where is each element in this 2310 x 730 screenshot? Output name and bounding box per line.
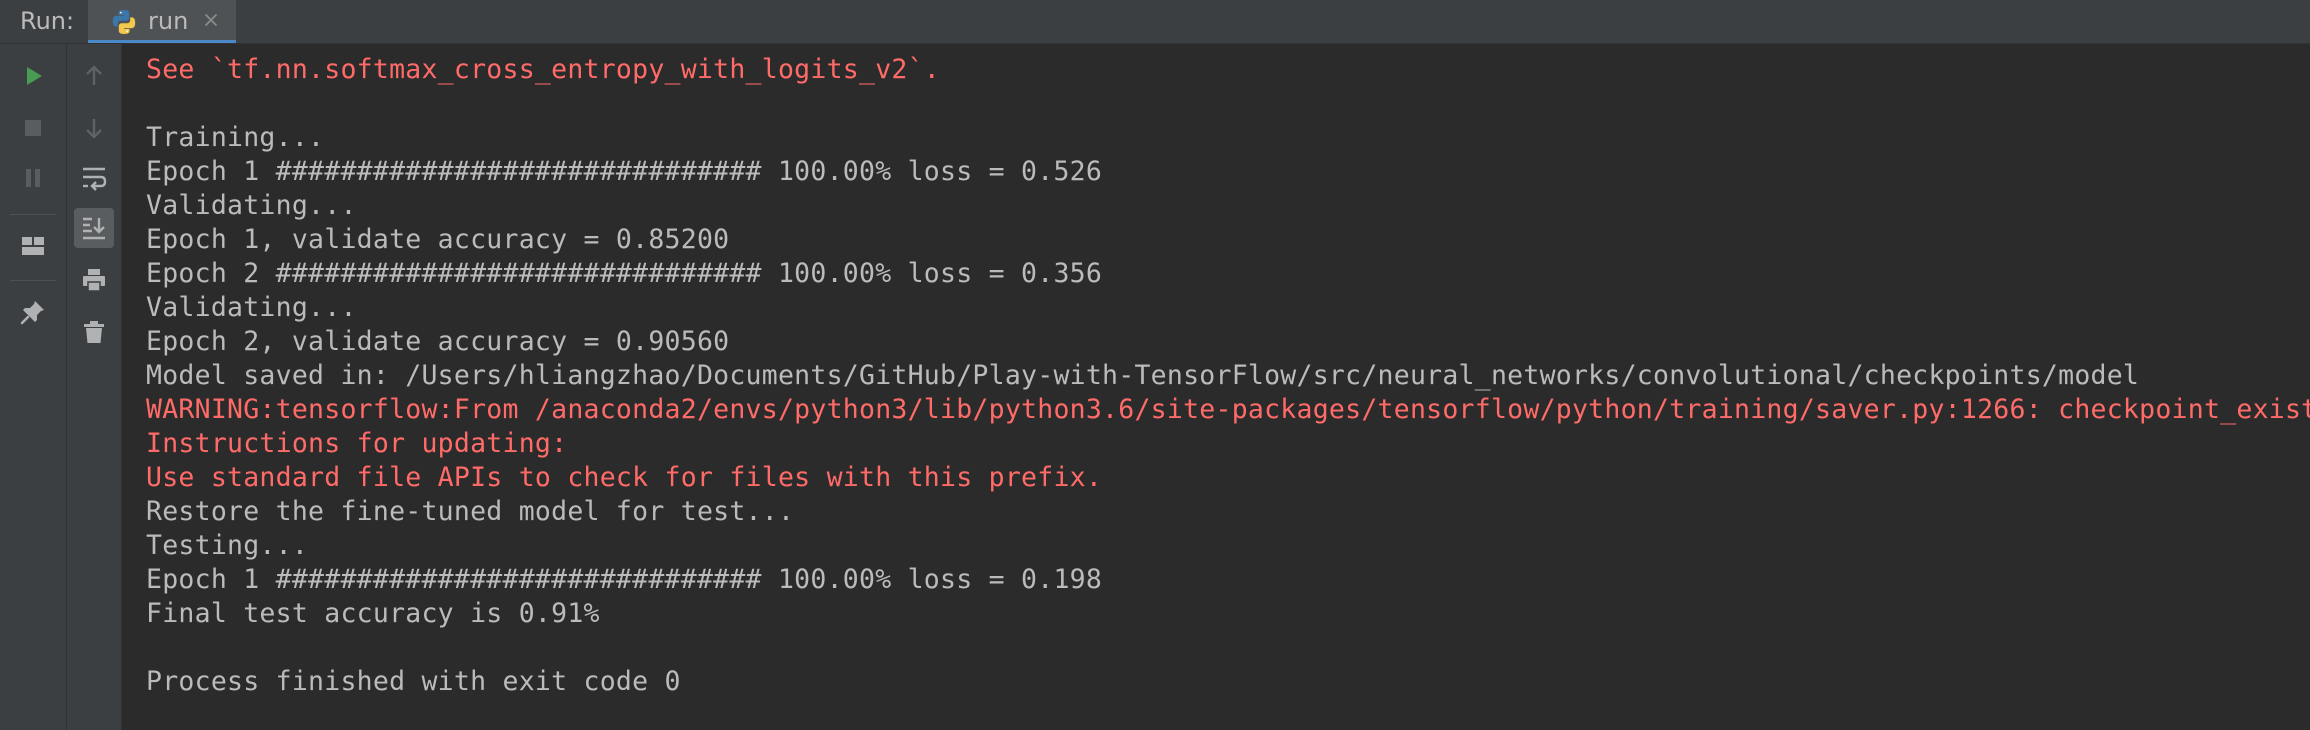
print-icon: [83, 269, 105, 292]
console-line: Epoch 1 ############################## 1…: [146, 156, 1103, 187]
run-toolbar-primary: [0, 44, 67, 730]
soft-wrap-icon: [83, 167, 107, 191]
arrow-down-icon: [86, 119, 102, 139]
scroll-to-end-icon: [83, 217, 105, 240]
layout-button[interactable]: [13, 226, 53, 266]
toolbar-divider: [10, 280, 56, 281]
console-output[interactable]: See `tf.nn.softmax_cross_entropy_with_lo…: [122, 44, 2310, 730]
rerun-button[interactable]: [13, 56, 53, 96]
console-line: Restore the fine-tuned model for test...: [146, 496, 795, 527]
trash-icon: [84, 321, 104, 343]
console-line: Epoch 1 ############################## 1…: [146, 564, 1103, 595]
stop-icon: [25, 120, 41, 136]
toolbar-divider: [10, 214, 56, 215]
clear-all-button[interactable]: [74, 312, 114, 352]
scroll-to-end-button[interactable]: [74, 208, 114, 248]
pin-icon: [20, 301, 44, 325]
tab-run[interactable]: run: [88, 0, 236, 43]
console-line: Epoch 2 ############################## 1…: [146, 258, 1103, 289]
stop-button[interactable]: [13, 108, 53, 148]
pause-button[interactable]: [13, 158, 53, 198]
print-button[interactable]: [74, 260, 114, 300]
console-line: Final test accuracy is 0.91%: [146, 598, 600, 629]
run-toolbar-secondary: [67, 44, 122, 730]
console-line: Epoch 1, validate accuracy = 0.85200: [146, 224, 730, 255]
previous-occurrence-button[interactable]: [74, 56, 114, 96]
soft-wrap-button[interactable]: [74, 158, 114, 198]
console-line: Training...: [146, 122, 325, 153]
toolwindow-title: Run:: [20, 7, 75, 35]
next-occurrence-button[interactable]: [74, 108, 114, 148]
python-icon: [112, 10, 136, 34]
console-line: Testing...: [146, 530, 309, 561]
arrow-up-icon: [86, 65, 102, 85]
console-line: WARNING:tensorflow:From /anaconda2/envs/…: [146, 394, 2310, 425]
console-line: Validating...: [146, 190, 357, 221]
tab-label: run: [148, 7, 189, 35]
close-icon[interactable]: [201, 10, 221, 30]
console-line: Model saved in: /Users/hliangzhao/Docume…: [146, 360, 2140, 391]
console-line: Process finished with exit code 0: [146, 666, 681, 697]
console-line: Epoch 2, validate accuracy = 0.90560: [146, 326, 730, 357]
pause-icon: [26, 169, 40, 187]
pin-button[interactable]: [13, 292, 53, 332]
console-line: Validating...: [146, 292, 357, 323]
rerun-icon: [27, 67, 42, 85]
console-line: Use standard file APIs to check for file…: [146, 462, 1103, 493]
console-line: See `tf.nn.softmax_cross_entropy_with_lo…: [146, 54, 941, 85]
console-line: Instructions for updating:: [146, 428, 568, 459]
run-toolwindow-header: Run: run: [0, 0, 2310, 44]
layout-icon: [22, 237, 44, 255]
